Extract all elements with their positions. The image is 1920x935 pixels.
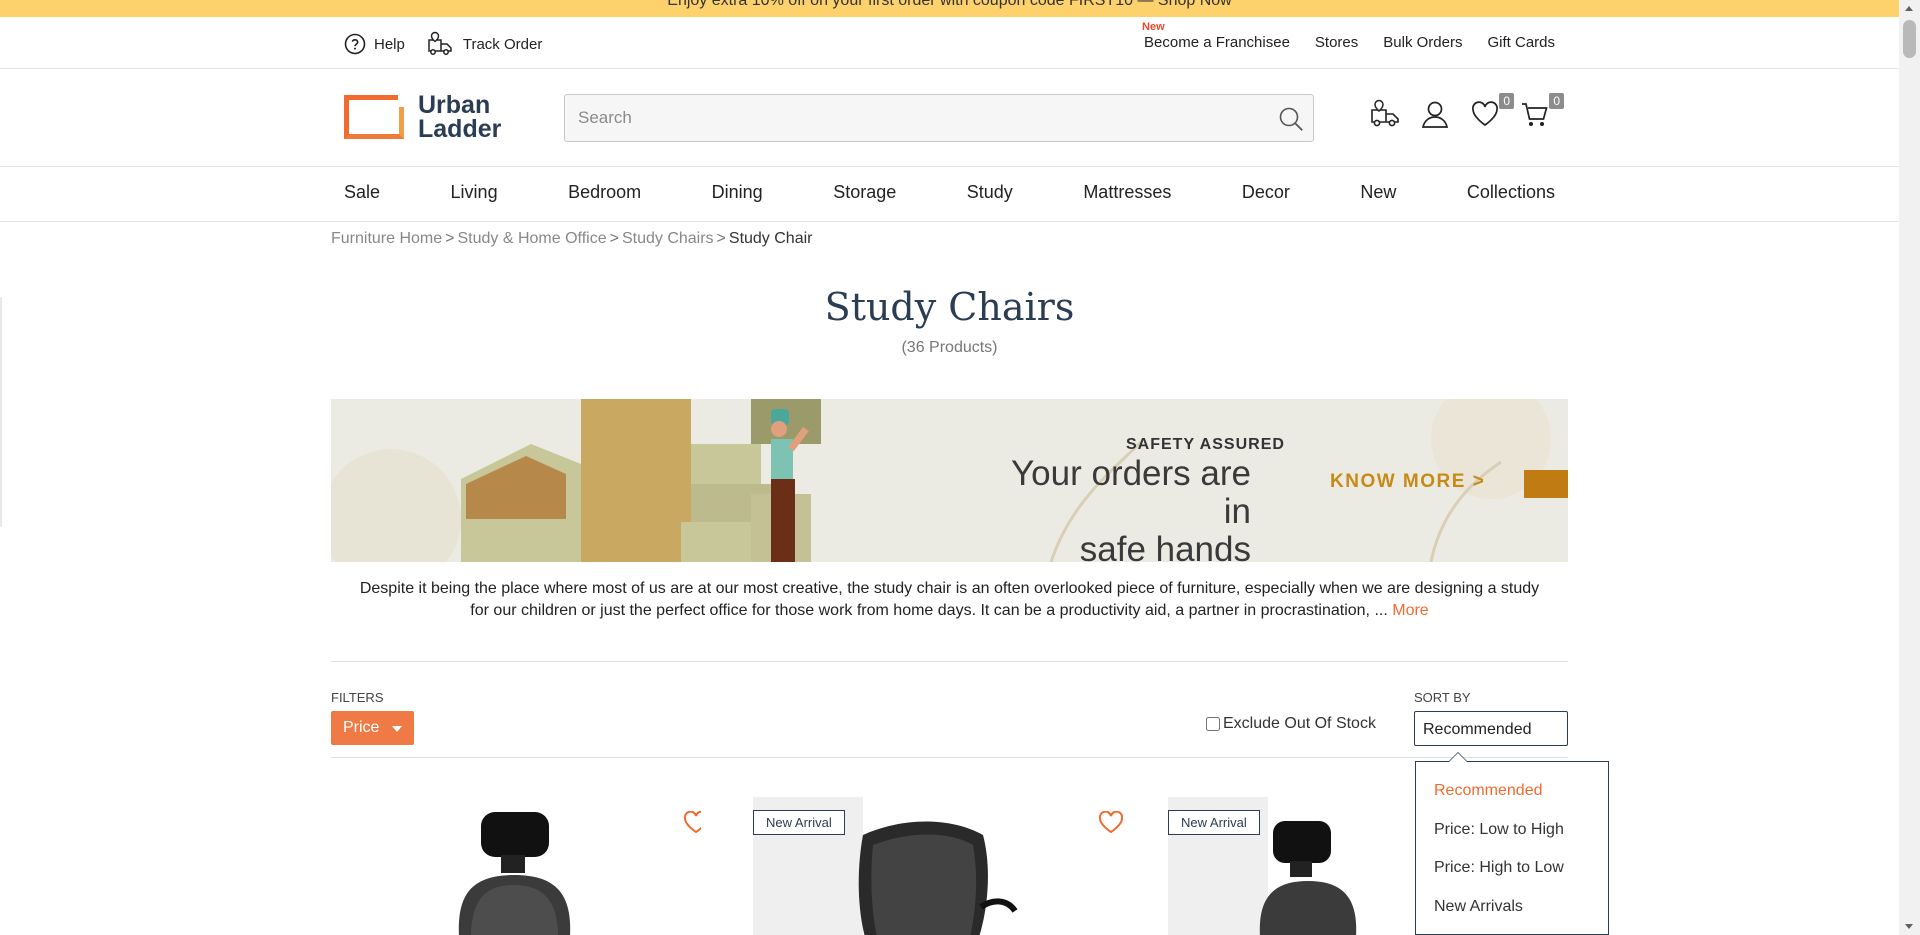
breadcrumb-link[interactable]: Furniture Home [331,230,442,247]
banner-headline-line2: safe hands [1079,530,1251,563]
description-line2-wrap: for our children or just the perfect off… [331,600,1568,622]
nav-item-dining[interactable]: Dining [712,182,763,203]
bulk-orders-link[interactable]: Bulk Orders [1383,34,1462,51]
page-scrollbar[interactable] [1899,0,1920,935]
new-arrival-badge: New Arrival [753,810,845,835]
search-icon[interactable] [1277,105,1305,133]
description-line2: for our children or just the perfect off… [470,602,1393,619]
wishlist-button[interactable]: 0 [1470,93,1514,129]
sort-dropdown-menu: Recommended Price: Low to High Price: Hi… [1415,752,1609,935]
sort-option-price-low-high[interactable]: Price: Low to High [1434,821,1564,839]
new-tag: New [1142,21,1165,33]
product-image [458,812,571,935]
product-card[interactable]: New Arrival [1168,797,1415,935]
category-nav: Sale Living Bedroom Dining Storage Study… [0,167,1899,222]
product-card[interactable] [331,797,701,935]
product-card[interactable]: New Arrival [753,797,1123,935]
cart-button[interactable]: 0 [1520,93,1564,129]
search-box [564,94,1314,142]
breadcrumb-separator: > [609,230,619,247]
description-line1: Despite it being the place where most of… [359,580,1540,597]
caret-down-icon [392,726,402,732]
know-more-link[interactable]: KNOW MORE > [1330,471,1485,493]
nav-item-living[interactable]: Living [451,182,498,203]
store-locator-icon [1371,99,1399,127]
exclude-out-of-stock-label: Exclude Out Of Stock [1223,715,1376,732]
user-icon [1421,101,1449,128]
scroll-thumb[interactable] [1903,20,1916,58]
nav-item-study[interactable]: Study [967,182,1013,203]
track-order-label: Track Order [462,35,543,53]
stores-link[interactable]: Stores [1315,34,1358,51]
logo-wordmark: Urban Ladder [418,91,502,143]
promo-text: Enjoy extra 10% off on your first order … [667,0,1232,9]
more-link[interactable]: More [1392,602,1428,619]
sort-option-recommended[interactable]: Recommended [1434,782,1543,800]
logo-line1: Urban [418,91,491,119]
category-description: Despite it being the place where most of… [331,578,1568,622]
sort-option-price-high-low[interactable]: Price: High to Low [1434,859,1564,877]
breadcrumb-link[interactable]: Study & Home Office [458,230,607,247]
nav-item-new[interactable]: New [1360,182,1396,203]
urban-ladder-logo[interactable]: Urban Ladder [344,91,502,143]
wishlist-heart-icon[interactable] [1098,811,1123,835]
sort-by-label: SORT BY [1414,690,1471,705]
utility-bar: Help Track Order New Become a Franchisee… [0,17,1899,69]
scroll-down-arrow-icon[interactable] [1905,924,1913,929]
breadcrumb: Furniture Home > Study & Home Office > Study… [331,230,812,248]
breadcrumb-separator: > [445,230,455,247]
main-header: Urban Ladder 0 0 [0,69,1899,167]
page-title: Study Chairs [824,285,1075,329]
breadcrumb-current: Study Chair [728,230,813,247]
nav-item-storage[interactable]: Storage [833,182,896,203]
breadcrumb-separator: > [716,230,726,247]
store-locator-button[interactable] [1370,99,1400,129]
product-count: (36 Products) [901,339,998,356]
safety-banner[interactable]: SAFETY ASSURED Your orders are in safe h… [331,399,1568,562]
utility-right: New Become a Franchisee Stores Bulk Orde… [1142,21,1555,51]
logo-line2: Ladder [418,115,502,143]
price-filter-button[interactable]: Price [331,711,414,745]
scroll-up-arrow-icon[interactable] [1905,6,1913,11]
nav-item-decor[interactable]: Decor [1242,182,1290,203]
profile-button[interactable] [1420,99,1450,129]
breadcrumb-link[interactable]: Study Chairs [622,230,714,247]
exclude-out-of-stock[interactable]: Exclude Out Of Stock [1206,715,1376,733]
help-link[interactable]: Help [344,33,405,55]
sort-option-new-arrivals[interactable]: New Arrivals [1434,898,1523,916]
nav-item-collections[interactable]: Collections [1467,182,1555,203]
side-tab-edge[interactable] [0,297,2,527]
wishlist-count-badge: 0 [1499,93,1514,109]
cart-icon [1522,103,1548,126]
sort-select[interactable]: Recommended [1414,711,1568,746]
price-filter-label: Price [343,719,380,736]
help-icon [344,33,366,55]
promo-strip[interactable]: Enjoy extra 10% off on your first order … [0,0,1899,17]
delivery-truck-icon [428,31,452,55]
divider [331,661,1568,662]
banner-kicker: SAFETY ASSURED [1126,436,1285,453]
banner-headline-line1: Your orders are in [1011,454,1251,531]
banner-accent-block [1524,470,1568,498]
nav-items: Sale Living Bedroom Dining Storage Study… [344,182,1555,203]
logo-mark [344,95,404,139]
help-label: Help [374,35,405,53]
track-order-link[interactable]: Track Order [427,31,542,57]
gift-cards-link[interactable]: Gift Cards [1487,34,1555,51]
heart-icon [1472,101,1498,127]
cart-count-badge: 0 [1549,93,1564,109]
nav-item-bedroom[interactable]: Bedroom [568,182,641,203]
exclude-out-of-stock-checkbox[interactable] [1206,717,1220,731]
franchisee-label: Become a Franchisee [1144,34,1290,51]
nav-item-sale[interactable]: Sale [344,182,380,203]
header-icons: 0 0 [1370,93,1564,129]
new-arrival-badge: New Arrival [1168,810,1260,835]
divider [331,757,1568,758]
wishlist-heart-icon[interactable] [683,811,701,835]
utility-left: Help Track Order [344,31,542,57]
search-input[interactable] [565,95,1245,141]
filters-label: FILTERS [331,690,384,705]
nav-item-mattresses[interactable]: Mattresses [1083,182,1171,203]
franchisee-link[interactable]: New Become a Franchisee [1142,21,1290,51]
